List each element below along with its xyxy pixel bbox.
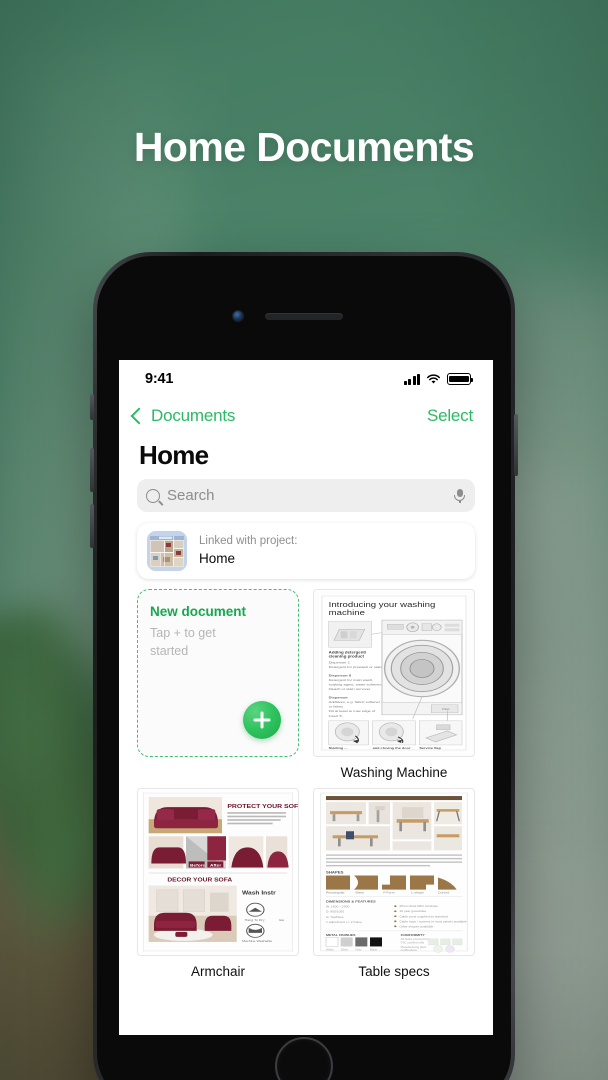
svg-text:Dispenser: Dispenser [329, 696, 349, 699]
svg-text:machine: machine [329, 608, 366, 617]
power-button[interactable] [514, 414, 518, 476]
microphone-icon[interactable] [453, 488, 466, 503]
mute-switch[interactable] [90, 394, 94, 420]
svg-text:Additives, e.g. fabric softene: Additives, e.g. fabric softener [329, 701, 381, 704]
svg-text:1 adjustment +/- 2 frame: 1 adjustment +/- 2 frame [326, 920, 362, 923]
svg-text:After: After [210, 863, 222, 867]
battery-full-icon [447, 373, 474, 385]
svg-text:H: Top/base: H: Top/base [326, 915, 344, 918]
list-item: SHAPES Rectangular Wave P Form L-shape C… [313, 788, 475, 979]
svg-text:certifications: certifications [401, 948, 418, 951]
status-time: 9:41 [145, 371, 174, 387]
svg-text:Dispenser II: Dispenser II [329, 674, 352, 677]
svg-text:Hang To Dry: Hang To Dry [245, 918, 265, 921]
new-document-title: New document [150, 604, 247, 619]
svg-text:Dispenser 1: Dispenser 1 [329, 661, 350, 664]
svg-text:White: White [326, 948, 334, 951]
svg-text:Wave: Wave [355, 891, 364, 894]
documents-grid: New document Tap + to get started Introd… [119, 579, 493, 979]
svg-text:Black: Black [370, 948, 378, 951]
plus-icon[interactable] [243, 701, 281, 739]
new-document-cell: New document Tap + to get started [137, 589, 299, 780]
phone-device: 9:41 Documents Select Home Search Linked… [90, 252, 518, 1080]
svg-text:Service flap: Service flap [419, 746, 441, 749]
svg-text:D: 800/1000: D: 800/1000 [326, 910, 344, 913]
document-label: Table specs [358, 964, 430, 979]
home-button[interactable] [275, 1037, 333, 1080]
svg-text:All desks sourced from: All desks sourced from [401, 937, 430, 940]
svg-text:Curved: Curved [438, 891, 449, 894]
search-icon [146, 488, 160, 503]
linked-project-caption: Linked with project: [199, 535, 298, 548]
volume-up-button[interactable] [90, 448, 94, 492]
svg-text:Rectangular: Rectangular [326, 891, 345, 894]
svg-text:cleaning product: cleaning product [329, 654, 365, 658]
svg-text:Other shapes available: Other shapes available [399, 925, 433, 928]
navigation-bar: Documents Select [119, 398, 493, 432]
svg-text:Filter: Filter [442, 708, 450, 711]
svg-text:Detergent for main wash,: Detergent for main wash, [329, 678, 374, 681]
svg-text:Silver: Silver [341, 948, 348, 951]
wifi-icon [426, 373, 441, 384]
svg-text:Cable trays / screens in most: Cable trays / screens in most panels ava… [399, 920, 467, 923]
back-button-label: Documents [151, 406, 236, 425]
search-field[interactable]: Search [137, 479, 475, 512]
page-title: Home [139, 440, 209, 470]
front-camera-icon [232, 310, 244, 322]
svg-text:CONFORMITY: CONFORMITY [401, 933, 426, 936]
linked-project-card[interactable]: Linked with project: Home [137, 523, 475, 579]
svg-text:Before: Before [190, 863, 206, 867]
svg-text:Ea: Ea [279, 918, 284, 921]
cellular-bars-icon [403, 373, 420, 385]
volume-down-button[interactable] [90, 504, 94, 548]
svg-text:soaking agent, water softener,: soaking agent, water softener, [329, 683, 382, 686]
phone-bezel: 9:41 Documents Select Home Search Linked… [97, 256, 511, 1080]
svg-text:Starting ...: Starting ... [329, 746, 348, 749]
svg-text:25mm thick MFC laminate: 25mm thick MFC laminate [399, 905, 438, 908]
list-item: PROTECT YOUR SOFA Before After DECOR YOU… [137, 788, 299, 979]
svg-text:Fill at least to max edge of: Fill at least to max edge of [329, 710, 376, 713]
svg-text:W: 1600 – 2000: W: 1600 – 2000 [326, 905, 350, 908]
svg-text:Wash Instr: Wash Instr [242, 891, 277, 896]
document-label: Armchair [190, 964, 245, 979]
search-input[interactable]: Search [167, 487, 446, 504]
page-headline: Home Documents [133, 124, 475, 170]
svg-text:insert 5.: insert 5. [329, 714, 343, 717]
app-screen: 9:41 Documents Select Home Search Linked… [119, 360, 493, 1035]
sofa-cover-sheet-thumbnail[interactable]: PROTECT YOUR SOFA Before After DECOR YOU… [137, 788, 299, 956]
new-document-subtitle: Tap + to get started [150, 626, 216, 659]
svg-text:Cable ports supplied as standa: Cable ports supplied as standard [399, 915, 448, 918]
select-button[interactable]: Select [427, 406, 473, 426]
svg-text:Grey: Grey [355, 948, 362, 951]
svg-text:PROTECT YOUR SOFA: PROTECT YOUR SOFA [227, 804, 298, 810]
svg-text:L-shape: L-shape [411, 891, 424, 894]
chevron-left-icon [130, 407, 148, 425]
svg-text:DECOR YOUR SOFA: DECOR YOUR SOFA [167, 878, 233, 883]
table-spec-sheet-thumbnail[interactable]: SHAPES Rectangular Wave P Form L-shape C… [313, 788, 475, 956]
document-label: Washing Machine [340, 765, 448, 780]
svg-text:SHAPES: SHAPES [326, 871, 344, 874]
svg-text:DIMENSIONS & FEATURES: DIMENSIONS & FEATURES [326, 900, 377, 903]
speaker-grille [265, 313, 343, 320]
svg-text:and closing the door: and closing the door [373, 746, 412, 749]
list-item: Introducing your washing machine Adding … [313, 589, 475, 780]
svg-text:or fabric: or fabric [329, 705, 344, 708]
svg-text:Detergent for prewash or starc: Detergent for prewash or starch [329, 665, 385, 668]
status-bar: 9:41 [119, 360, 493, 398]
screenshot-root: Home Documents 9:41 Documents Select Hom… [0, 0, 608, 1080]
svg-text:FSC certified mills: FSC certified mills [401, 941, 425, 944]
svg-text:Machine Washable: Machine Washable [242, 939, 273, 942]
washing-machine-manual-thumbnail[interactable]: Introducing your washing machine Adding … [313, 589, 475, 757]
svg-text:P Form: P Form [383, 891, 395, 894]
back-button[interactable]: Documents [130, 406, 236, 426]
new-document-card[interactable]: New document Tap + to get started [137, 589, 299, 757]
svg-text:bleach or stain remover: bleach or stain remover [329, 688, 372, 691]
svg-text:10 year guarantee: 10 year guarantee [399, 910, 426, 913]
linked-project-name: Home [199, 551, 236, 567]
floor-plan-thumbnail [147, 531, 187, 571]
svg-text:METAL FINISHES: METAL FINISHES [326, 933, 356, 936]
